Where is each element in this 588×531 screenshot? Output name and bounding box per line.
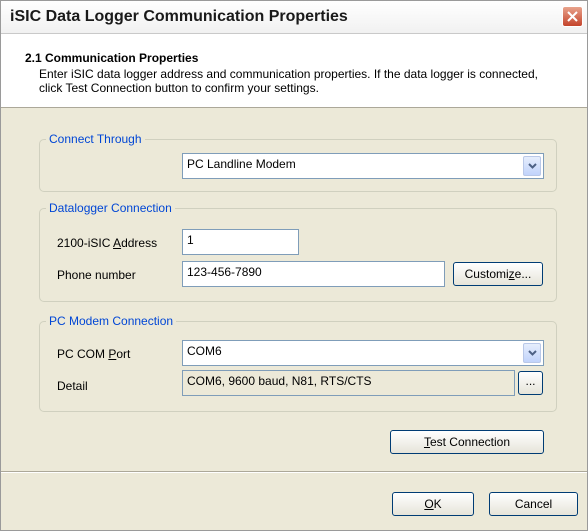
connect-through-select[interactable]: PC Landline Modem bbox=[182, 153, 544, 179]
address-value: 1 bbox=[187, 233, 194, 247]
cancel-label: Cancel bbox=[514, 497, 553, 511]
com-port-select[interactable]: COM6 bbox=[182, 340, 544, 366]
test-connection-button[interactable]: Test Connection bbox=[390, 430, 544, 454]
customize-label-end: e... bbox=[514, 267, 532, 281]
datalogger-connection-group: Datalogger Connection 2100-iSIC Address … bbox=[39, 201, 557, 302]
chevron-down-icon bbox=[528, 350, 537, 356]
datalogger-connection-legend: Datalogger Connection bbox=[46, 201, 175, 215]
address-label-text-end: ddress bbox=[121, 236, 158, 250]
close-button[interactable] bbox=[562, 6, 583, 27]
address-label-accelerator: A bbox=[113, 236, 122, 250]
title-bar[interactable]: iSIC Data Logger Communication Propertie… bbox=[1, 1, 587, 34]
page-description: Enter iSIC data logger address and commu… bbox=[39, 67, 538, 95]
detail-value: COM6, 9600 baud, N81, RTS/CTS bbox=[187, 374, 372, 388]
close-icon bbox=[567, 11, 578, 22]
address-label: 2100-iSIC Address bbox=[57, 236, 157, 250]
ok-button[interactable]: OK bbox=[392, 492, 474, 516]
connect-through-value: PC Landline Modem bbox=[187, 157, 296, 171]
address-label-text: 2100-iSIC bbox=[57, 236, 114, 250]
phone-label: Phone number bbox=[57, 268, 136, 282]
test-connection-label: est Connection bbox=[429, 435, 511, 449]
com-port-dropdown-button[interactable] bbox=[523, 343, 541, 363]
connect-through-dropdown-button[interactable] bbox=[523, 156, 541, 176]
window-title: iSIC Data Logger Communication Propertie… bbox=[10, 8, 348, 25]
cancel-button[interactable]: Cancel bbox=[489, 492, 578, 516]
connect-through-group: Connect Through PC Landline Modem bbox=[39, 132, 557, 192]
com-port-value: COM6 bbox=[187, 344, 222, 358]
ok-accelerator: O bbox=[424, 497, 434, 511]
com-port-label-text: PC COM bbox=[57, 347, 109, 361]
customize-button[interactable]: Customize... bbox=[453, 262, 543, 286]
connect-through-legend: Connect Through bbox=[46, 132, 145, 146]
com-port-label: PC COM Port bbox=[57, 347, 130, 361]
phone-input[interactable]: 123-456-7890 bbox=[182, 261, 445, 287]
chevron-down-icon bbox=[528, 163, 537, 169]
customize-label: Customi bbox=[464, 267, 509, 281]
header-panel: 2.1 Communication Properties Enter iSIC … bbox=[1, 34, 587, 108]
address-input[interactable]: 1 bbox=[182, 229, 299, 255]
phone-value: 123-456-7890 bbox=[187, 265, 262, 279]
pc-modem-connection-legend: PC Modem Connection bbox=[46, 314, 177, 328]
pc-modem-connection-group: PC Modem Connection PC COM Port COM6 Det… bbox=[39, 314, 557, 412]
page-title: 2.1 Communication Properties bbox=[25, 51, 199, 65]
detail-browse-label: ... bbox=[525, 374, 536, 388]
footer-divider bbox=[1, 471, 587, 473]
com-port-label-text-end: ort bbox=[116, 347, 131, 361]
dialog-window: iSIC Data Logger Communication Propertie… bbox=[0, 0, 588, 531]
ok-label: K bbox=[433, 497, 442, 511]
detail-label: Detail bbox=[57, 379, 88, 393]
detail-field: COM6, 9600 baud, N81, RTS/CTS bbox=[182, 370, 515, 396]
detail-browse-button[interactable]: ... bbox=[518, 371, 543, 395]
